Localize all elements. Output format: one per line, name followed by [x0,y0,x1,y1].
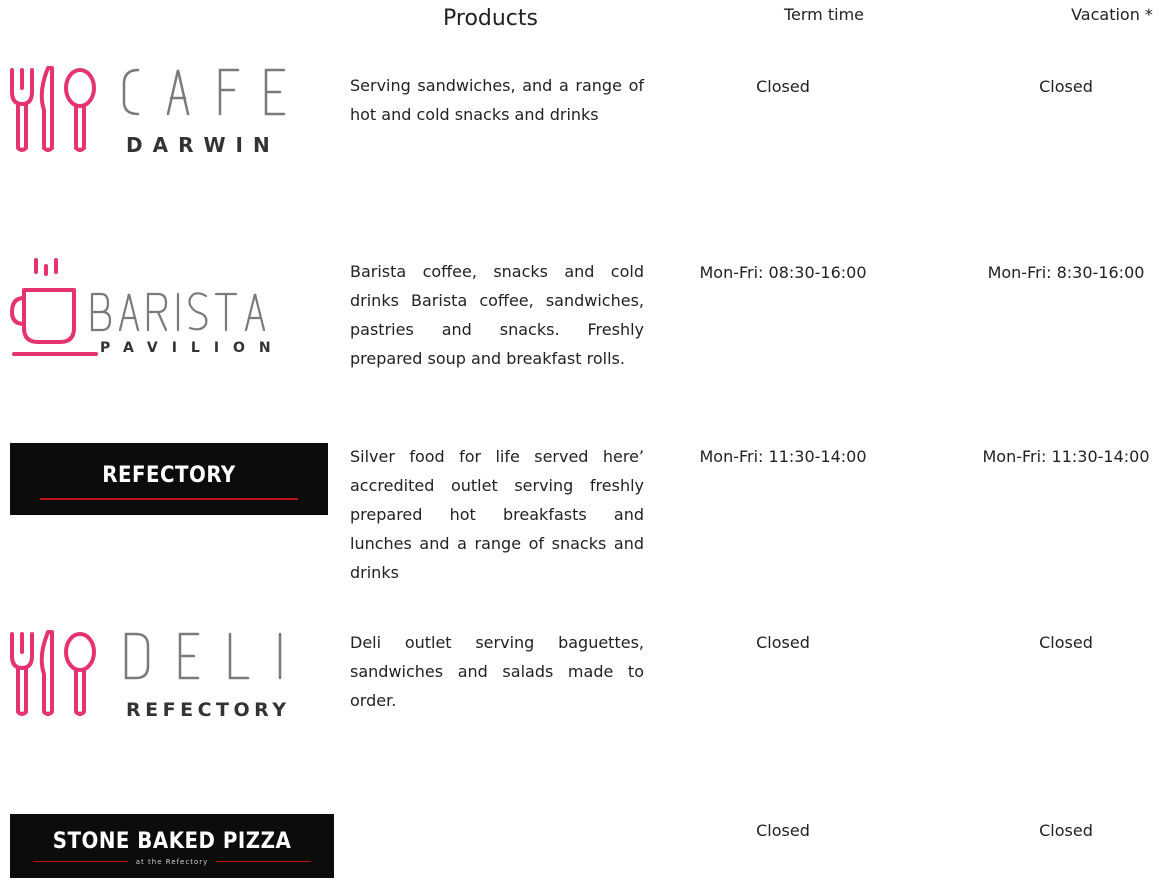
cafe-darwin-logo: DARWIN [10,66,286,156]
vacation-refectory: Mon-Fri: 11:30-14:00 [982,447,1150,466]
term-time-stone-baked-pizza: Closed [756,821,810,840]
vacation-barista-pavilion: Mon-Fri: 8:30-16:00 [987,263,1145,282]
column-header-products: Products [443,6,538,31]
outlet-row-barista-pavilion: PAVILION Barista coffee, snacks and cold… [0,258,1168,408]
stone-baked-pizza-logo-text: STONE BAKED PIZZA [52,828,292,854]
outlet-row-deli-refectory: REFECTORY Deli outlet serving baguettes,… [0,628,1168,738]
refectory-logo-underline [40,497,298,500]
term-time-barista-pavilion: Mon-Fri: 08:30-16:00 [699,263,867,282]
barista-pavilion-logo: PAVILION [10,258,285,356]
term-time-refectory: Mon-Fri: 11:30-14:00 [699,447,867,466]
products-barista-pavilion: Barista coffee, snacks and cold drinks B… [350,262,644,368]
stone-baked-pizza-logo: STONE BAKED PIZZA at the Refectory [10,814,334,878]
outlet-row-refectory: REFECTORY Silver food for life served he… [0,442,1168,602]
refectory-logo-text: REFECTORY [102,462,236,488]
stone-baked-pizza-logo-sub: at the Refectory [135,857,209,866]
outlet-row-stone-baked-pizza: STONE BAKED PIZZA at the Refectory Close… [0,814,1168,894]
vacation-cafe-darwin: Closed [1039,77,1093,96]
deli-refectory-logo: REFECTORY [10,630,290,720]
fork-knife-spoon-icon [10,66,96,152]
refectory-logo: REFECTORY [10,443,328,515]
column-header-term-time: Term time [783,5,864,24]
products-deli-refectory: Deli outlet serving baguettes, sandwiche… [350,633,644,710]
outlet-row-cafe-darwin: DARWIN Serving sandwiches, and a range o… [0,66,1168,182]
cafe-darwin-logo-sub: DARWIN [126,133,280,156]
term-time-deli-refectory: Closed [756,633,810,652]
deli-refectory-logo-sub: REFECTORY [126,699,290,720]
pizza-logo-underline-right [216,861,312,862]
products-refectory: Silver food for life served here’ accred… [350,447,644,582]
vacation-stone-baked-pizza: Closed [1039,821,1093,840]
fork-knife-spoon-icon [10,630,96,716]
term-time-cafe-darwin: Closed [756,77,810,96]
column-header-vacation: Vacation * [1071,5,1153,24]
vacation-deli-refectory: Closed [1039,633,1093,652]
products-cafe-darwin: Serving sandwiches, and a range of hot a… [350,76,644,124]
barista-pavilion-logo-sub: PAVILION [100,340,285,356]
coffee-cup-icon [10,258,98,356]
pizza-logo-underline-left [32,861,128,862]
